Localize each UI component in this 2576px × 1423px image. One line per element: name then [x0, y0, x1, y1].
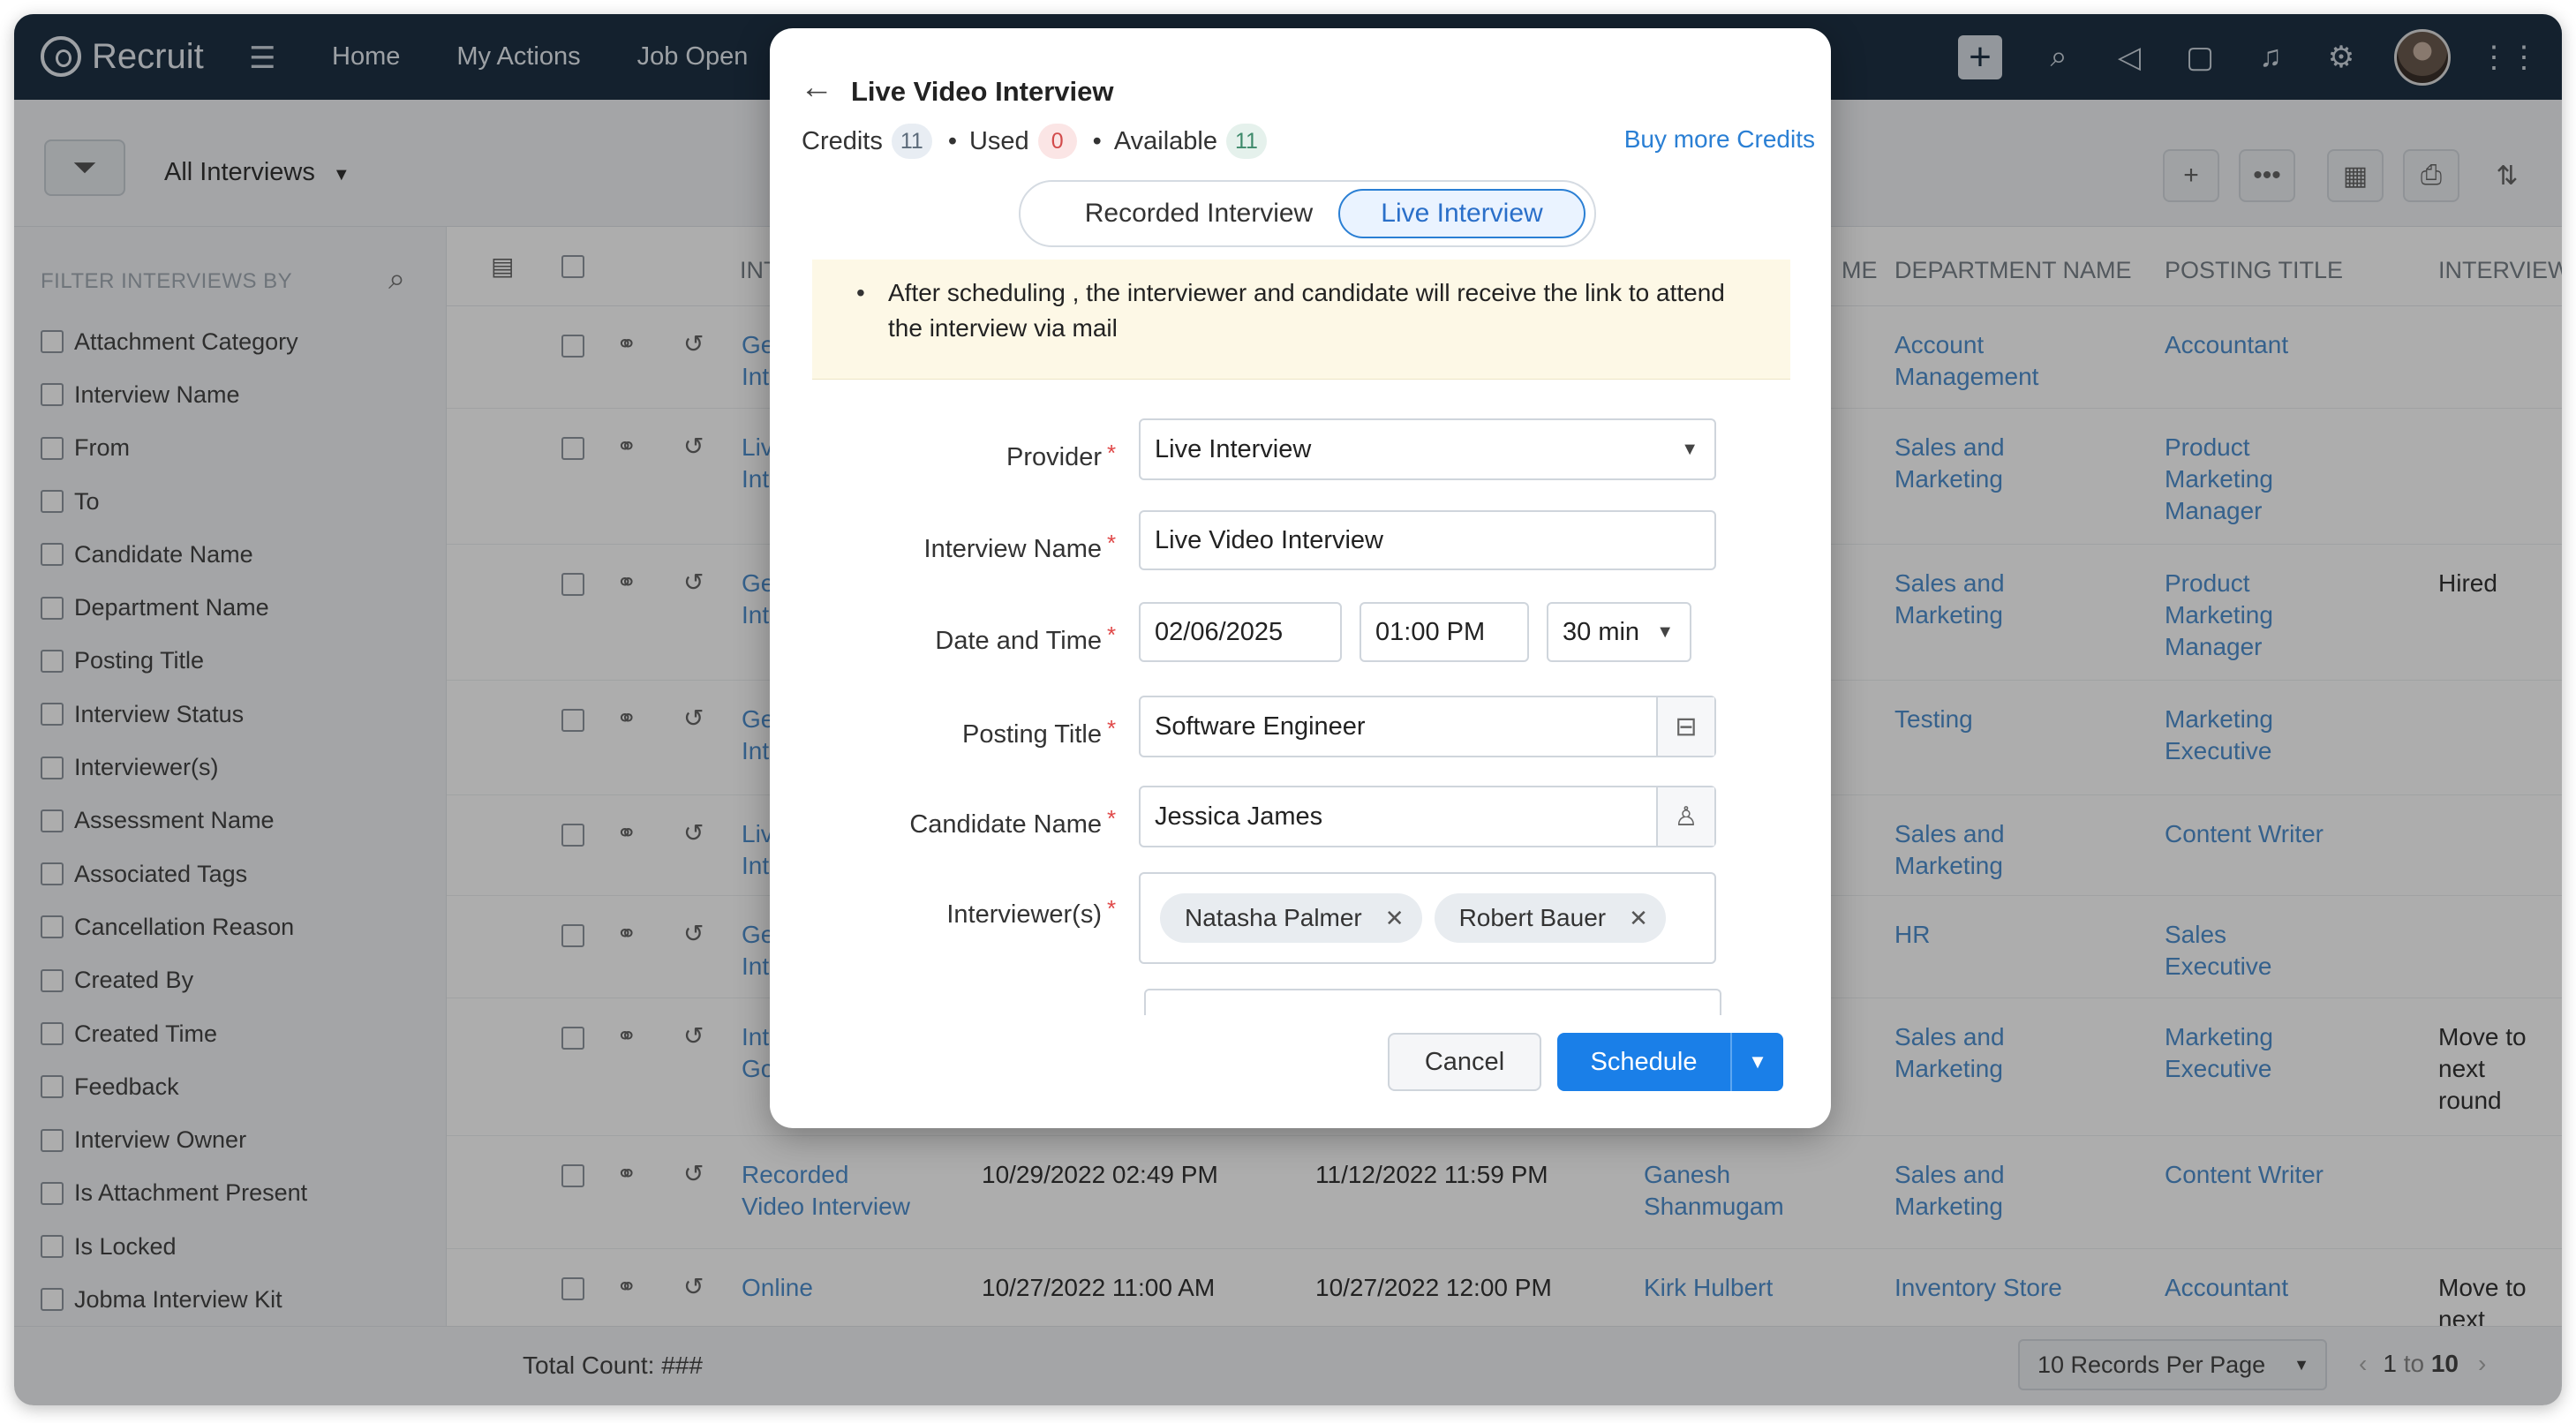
bullet: •: [856, 279, 865, 306]
interview-type-toggle: Recorded Interview Live Interview: [1019, 180, 1596, 247]
required-mark: *: [1107, 621, 1117, 648]
required-mark: *: [1107, 530, 1117, 556]
interviewer-chip: Robert Bauer ✕: [1434, 893, 1666, 943]
credits-summary: Credits 11 • Used 0 • Available 11: [802, 124, 1277, 159]
chevron-down-icon: ▼: [1656, 621, 1674, 642]
interview-name-input[interactable]: Live Video Interview: [1139, 510, 1716, 570]
schedule-label: Schedule: [1590, 1047, 1698, 1076]
close-icon[interactable]: ✕: [1385, 905, 1405, 932]
interview-name-label: Interview Name: [923, 535, 1102, 563]
tab-live-interview[interactable]: Live Interview: [1338, 189, 1586, 238]
app-window: Recruit ☰ Home My Actions Job Open + ⌕ ◁…: [14, 14, 2562, 1405]
info-note: • After scheduling , the interviewer and…: [812, 260, 1790, 380]
interviewer-chip: Natasha Palmer ✕: [1160, 893, 1422, 943]
back-arrow-icon[interactable]: ←: [800, 69, 833, 107]
chevron-down-icon: ▼: [1681, 439, 1699, 459]
required-mark: *: [1107, 805, 1117, 832]
date-input[interactable]: 02/06/2025: [1139, 602, 1342, 662]
posting-title-label: Posting Title: [962, 720, 1102, 749]
tab-recorded-interview[interactable]: Recorded Interview: [1040, 182, 1358, 245]
provider-select[interactable]: Live Interview ▼: [1139, 418, 1716, 480]
candidate-name-input[interactable]: Jessica James ♙: [1139, 786, 1716, 847]
candidate-name-label: Candidate Name: [909, 810, 1102, 839]
note-text: After scheduling , the interviewer and c…: [888, 279, 1725, 342]
schedule-button[interactable]: Schedule ▼: [1557, 1033, 1783, 1091]
required-mark: *: [1107, 440, 1117, 466]
provider-label: Provider: [1006, 443, 1102, 471]
credits-badge: 11: [891, 124, 932, 159]
required-mark: *: [1107, 715, 1117, 742]
user-icon[interactable]: ♙: [1656, 787, 1714, 846]
required-mark: *: [1107, 895, 1117, 922]
next-field-partial: [1144, 989, 1721, 1015]
interviewers-label: Interviewer(s): [946, 900, 1102, 929]
interviewers-input[interactable]: Natasha Palmer ✕ Robert Bauer ✕: [1139, 872, 1716, 964]
available-badge: 11: [1226, 124, 1267, 159]
briefcase-icon[interactable]: ⊟: [1656, 697, 1714, 756]
close-icon[interactable]: ✕: [1629, 905, 1648, 932]
dialog-title: Live Video Interview: [851, 76, 1114, 107]
posting-title-input[interactable]: Software Engineer ⊟: [1139, 696, 1716, 757]
date-time-label: Date and Time: [935, 627, 1102, 655]
used-badge: 0: [1037, 124, 1077, 159]
buy-credits-link[interactable]: Buy more Credits: [1624, 125, 1815, 154]
chevron-down-icon[interactable]: ▼: [1730, 1033, 1783, 1091]
time-input[interactable]: 01:00 PM: [1360, 602, 1529, 662]
schedule-interview-dialog: ← Live Video Interview Credits 11 • Used 0…: [770, 28, 1831, 1128]
cancel-button[interactable]: Cancel: [1388, 1033, 1541, 1091]
duration-select[interactable]: 30 min ▼: [1547, 602, 1691, 662]
